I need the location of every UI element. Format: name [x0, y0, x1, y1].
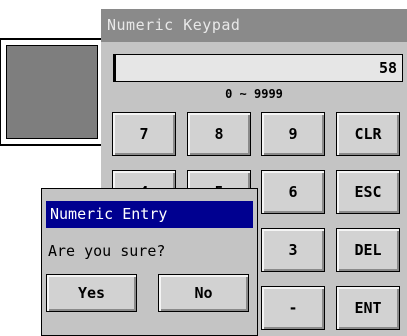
keypad-display: 58: [113, 54, 403, 82]
key-9[interactable]: 9: [261, 112, 325, 156]
key-clear[interactable]: CLR: [336, 112, 400, 156]
no-button[interactable]: No: [158, 274, 249, 312]
background-value-field-face: [6, 45, 98, 139]
key-delete[interactable]: DEL: [336, 228, 400, 272]
key-3[interactable]: 3: [261, 228, 325, 272]
keypad-range-label: 0 ~ 9999: [225, 87, 283, 101]
numeric-entry-dialog: Numeric Entry Are you sure? Yes No: [41, 188, 258, 336]
yes-button[interactable]: Yes: [46, 274, 137, 312]
key-minus[interactable]: -: [261, 286, 325, 330]
dialog-message: Are you sure?: [48, 242, 166, 260]
key-8[interactable]: 8: [187, 112, 251, 156]
key-enter[interactable]: ENT: [336, 286, 400, 330]
key-6[interactable]: 6: [261, 170, 325, 214]
key-escape[interactable]: ESC: [336, 170, 400, 214]
dialog-title: Numeric Entry: [46, 201, 253, 228]
keypad-title: Numeric Keypad: [101, 9, 407, 42]
background-value-field[interactable]: [0, 38, 101, 146]
key-7[interactable]: 7: [112, 112, 176, 156]
